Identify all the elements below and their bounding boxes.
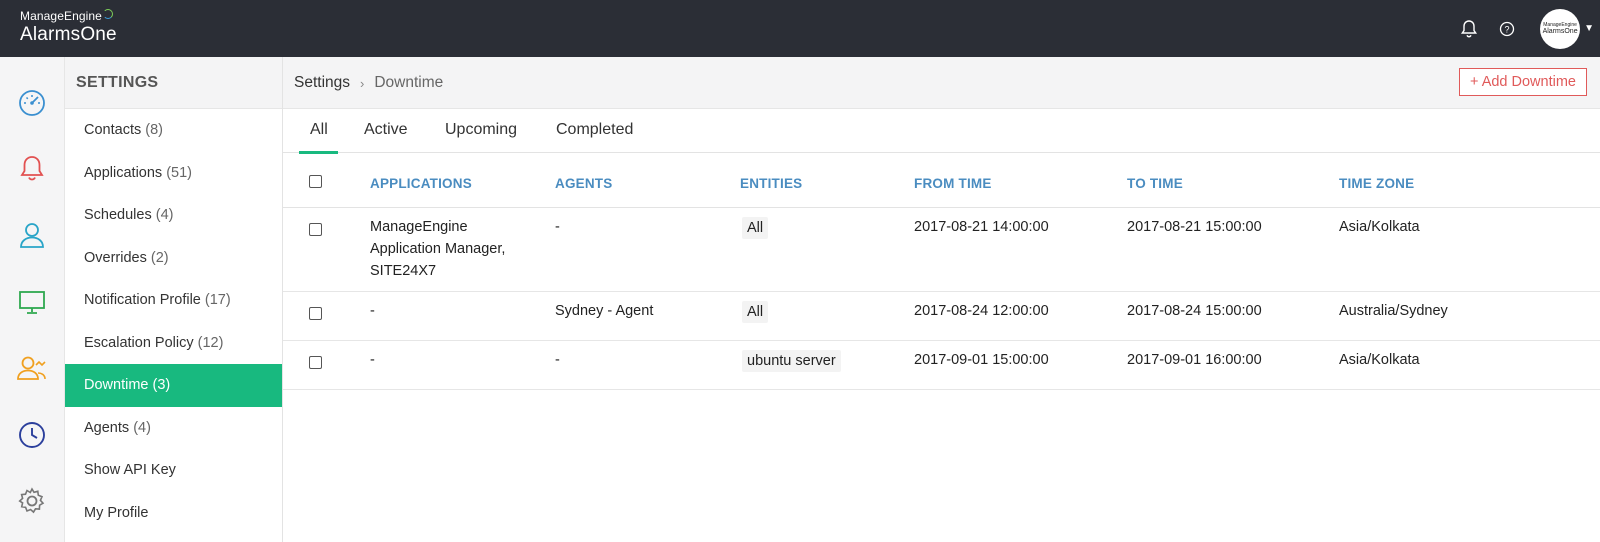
clock-icon[interactable]	[16, 419, 48, 451]
breadcrumb-chevron-icon: ›	[360, 75, 365, 91]
column-applications[interactable]: APPLICATIONS	[370, 176, 472, 191]
row-checkbox[interactable]	[309, 356, 322, 369]
users-icon[interactable]	[16, 219, 48, 251]
settings-item-applications[interactable]: Applications (51)	[65, 152, 282, 195]
row-checkbox[interactable]	[309, 223, 322, 236]
row-checkbox[interactable]	[309, 307, 322, 320]
cell-to-time: 2017-08-24 15:00:00	[1127, 303, 1262, 319]
settings-heading: SETTINGS	[65, 57, 282, 109]
groups-icon[interactable]	[16, 352, 48, 384]
settings-item-my-profile[interactable]: My Profile	[65, 492, 282, 535]
table-header: APPLICATIONS AGENTS ENTITIES FROM TIME T…	[283, 153, 1600, 208]
breadcrumb-current: Downtime	[374, 74, 444, 91]
column-from-time[interactable]: FROM TIME	[914, 176, 992, 191]
cell-agents: -	[555, 352, 560, 368]
cell-applications: ManageEngine Application Manager, SITE24…	[370, 219, 506, 279]
breadcrumb-settings[interactable]: Settings	[294, 74, 350, 92]
table-row[interactable]: ManageEngine Application Manager, SITE24…	[283, 208, 1600, 292]
breadcrumb-bar: Settings › Downtime + Add Downtime	[283, 57, 1600, 109]
select-all-checkbox[interactable]	[309, 175, 322, 188]
cell-agents: Sydney - Agent	[555, 303, 654, 319]
brand-swirl-icon	[102, 9, 113, 19]
cell-to-time: 2017-09-01 16:00:00	[1127, 352, 1262, 368]
column-entities[interactable]: ENTITIES	[740, 176, 802, 191]
settings-menu: SETTINGS Contacts (8) Applications (51) …	[65, 57, 283, 542]
brand-logo[interactable]: ManageEngine AlarmsOne	[20, 9, 117, 46]
entity-chip: ubuntu server	[742, 350, 841, 372]
settings-item-notification-profile[interactable]: Notification Profile (17)	[65, 279, 282, 322]
table-row[interactable]: - Sydney - Agent All 2017-08-24 12:00:00…	[283, 292, 1600, 341]
avatar[interactable]: ManageEngine AlarmsOne	[1540, 8, 1581, 49]
entity-chip: All	[742, 217, 769, 239]
tab-completed[interactable]: Completed	[556, 121, 633, 139]
cell-from-time: 2017-08-21 14:00:00	[914, 219, 1049, 235]
tab-active[interactable]: Active	[364, 121, 408, 139]
cell-applications: -	[370, 303, 375, 319]
settings-gear-icon[interactable]	[16, 485, 48, 517]
settings-item-show-api-key[interactable]: Show API Key	[65, 449, 282, 492]
settings-item-downtime[interactable]: Downtime (3)	[65, 364, 282, 407]
settings-item-agents[interactable]: Agents (4)	[65, 407, 282, 450]
top-bar: ManageEngine AlarmsOne ? ManageEngine Al…	[0, 0, 1600, 57]
tab-all[interactable]: All	[299, 121, 338, 154]
cell-time-zone: Asia/Kolkata	[1339, 219, 1420, 235]
cell-time-zone: Australia/Sydney	[1339, 303, 1448, 319]
column-agents[interactable]: AGENTS	[555, 176, 612, 191]
tab-bar: All Active Upcoming Completed	[283, 109, 1600, 154]
cell-time-zone: Asia/Kolkata	[1339, 352, 1420, 368]
alarms-bell-icon[interactable]	[16, 152, 48, 184]
cell-applications: -	[370, 352, 375, 368]
cell-to-time: 2017-08-21 15:00:00	[1127, 219, 1262, 235]
brand-company: ManageEngine	[20, 9, 102, 23]
bell-icon[interactable]	[1458, 18, 1480, 40]
caret-down-icon[interactable]: ▼	[1584, 23, 1594, 34]
monitor-icon[interactable]	[16, 286, 48, 318]
breadcrumb: Settings › Downtime	[294, 74, 443, 92]
column-time-zone[interactable]: TIME ZONE	[1339, 176, 1414, 191]
add-downtime-button[interactable]: + Add Downtime	[1459, 68, 1587, 96]
svg-text:?: ?	[1505, 24, 1510, 34]
main-content: Settings › Downtime + Add Downtime All A…	[283, 57, 1600, 542]
entity-chip: All	[742, 301, 769, 323]
settings-item-contacts[interactable]: Contacts (8)	[65, 109, 282, 152]
icon-rail	[0, 57, 65, 542]
cell-from-time: 2017-09-01 15:00:00	[914, 352, 1049, 368]
dashboard-gauge-icon[interactable]	[16, 87, 48, 119]
brand-product: AlarmsOne	[20, 24, 117, 45]
help-icon[interactable]: ?	[1496, 18, 1518, 40]
settings-item-schedules[interactable]: Schedules (4)	[65, 194, 282, 237]
settings-item-escalation-policy[interactable]: Escalation Policy (12)	[65, 322, 282, 365]
table-row[interactable]: - - ubuntu server 2017-09-01 15:00:00 20…	[283, 341, 1600, 390]
cell-from-time: 2017-08-24 12:00:00	[914, 303, 1049, 319]
cell-agents: -	[555, 219, 560, 235]
tab-upcoming[interactable]: Upcoming	[445, 121, 517, 139]
column-to-time[interactable]: TO TIME	[1127, 176, 1183, 191]
settings-item-overrides[interactable]: Overrides (2)	[65, 237, 282, 280]
